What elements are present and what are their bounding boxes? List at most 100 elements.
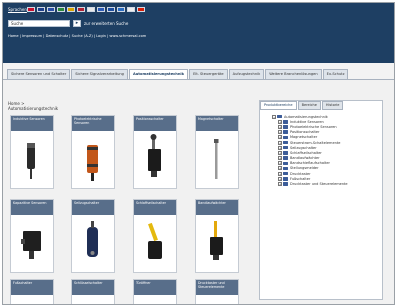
- sidebar-tab-0[interactable]: Produktbereiche: [260, 101, 297, 110]
- folder-icon: [283, 140, 288, 145]
- expand-icon[interactable]: +: [278, 119, 282, 124]
- expand-icon[interactable]: +: [278, 150, 282, 155]
- product-card-title[interactable]: Drucktaster und Steuerelemente: [196, 280, 238, 295]
- search-input[interactable]: [8, 20, 70, 27]
- expand-icon[interactable]: +: [278, 161, 282, 166]
- tab-3[interactable]: Elt. Steuergeräte: [189, 69, 228, 79]
- product-image[interactable]: [196, 215, 238, 272]
- tab-5[interactable]: Weitere Branchenlösungen: [265, 69, 322, 79]
- product-card[interactable]: Induktive Sensoren: [10, 115, 54, 189]
- folder-icon: [283, 130, 288, 134]
- extended-search-link[interactable]: zur erweiterten Suche: [84, 21, 128, 26]
- tab-1[interactable]: Sichere Signalverarbeitung: [71, 69, 128, 79]
- tree-item-label[interactable]: Bandlaufwächter: [290, 156, 320, 160]
- expand-icon[interactable]: +: [278, 166, 282, 171]
- product-card-title[interactable]: Photoelektrische Sensoren: [72, 116, 114, 131]
- product-card[interactable]: Positionsschalter: [133, 115, 177, 189]
- tree-item-label[interactable]: Drucktaster: [290, 172, 311, 176]
- product-image[interactable]: [134, 131, 176, 188]
- folder-icon: [283, 182, 288, 186]
- search-go-button[interactable]: ▸: [73, 20, 81, 27]
- product-image[interactable]: [134, 215, 176, 272]
- flag-it-icon[interactable]: [57, 7, 65, 12]
- product-card-title[interactable]: Seilzugschalter: [72, 200, 114, 215]
- product-image[interactable]: [72, 131, 114, 188]
- tree-item-label[interactable]: Positionsschalter: [290, 130, 320, 134]
- product-card-title[interactable]: Induktive Sensoren: [11, 116, 53, 131]
- folder-icon: [283, 161, 288, 166]
- product-card-title[interactable]: Schlaffseilschalter: [134, 200, 176, 215]
- product-card-title[interactable]: Positionsschalter: [134, 116, 176, 131]
- top-links[interactable]: Home | Impressum | Datenschutz | Suche (…: [8, 34, 146, 38]
- expand-icon[interactable]: +: [278, 182, 282, 187]
- product-card[interactable]: Seilzugschalter: [71, 199, 115, 273]
- expand-icon[interactable]: +: [278, 135, 282, 140]
- folder-icon: [283, 125, 288, 129]
- expand-icon[interactable]: +: [278, 176, 282, 181]
- flag-cz-icon[interactable]: [107, 7, 115, 12]
- product-card-title[interactable]: Türöffner: [134, 280, 176, 295]
- product-image[interactable]: [72, 215, 114, 272]
- expand-icon[interactable]: +: [278, 171, 282, 176]
- product-card[interactable]: Photoelektrische Sensoren: [71, 115, 115, 189]
- main-content: Home > Automatisierungstechnik Produktbe…: [3, 80, 394, 304]
- folder-icon: [283, 120, 288, 124]
- tree-item-label[interactable]: Stellungsmelder: [290, 166, 319, 170]
- product-card[interactable]: Schlüsselschalter: [71, 279, 115, 304]
- tab-6[interactable]: Ex-Schutz: [322, 69, 349, 79]
- expand-icon[interactable]: +: [278, 130, 282, 135]
- language-label[interactable]: Sprachen: [8, 7, 27, 12]
- main-tabs: Sichere Sensoren und Schalter Sichere Sig…: [7, 69, 349, 79]
- tree-item-label[interactable]: Seilzugschalter: [290, 146, 317, 150]
- flag-es-icon[interactable]: [67, 7, 75, 12]
- expand-icon[interactable]: +: [278, 145, 282, 150]
- tree-item[interactable]: + Drucktaster und Steuerelemente: [278, 181, 382, 187]
- tree-item-label[interactable]: Schlaffseilschalter: [290, 151, 322, 155]
- expand-icon[interactable]: +: [278, 156, 282, 161]
- product-card-title[interactable]: Schlüsselschalter: [72, 280, 114, 295]
- product-card-title[interactable]: Magnetschalter: [196, 116, 238, 131]
- product-card[interactable]: Fußschalter: [10, 279, 54, 304]
- category-sidebar: Produktbereiche Bereiche Historie − Automat…: [259, 100, 383, 300]
- sidebar-tab-1[interactable]: Bereiche: [297, 101, 321, 110]
- flag-ru-icon[interactable]: [97, 7, 105, 12]
- product-card[interactable]: Türöffner: [133, 279, 177, 304]
- tree-item-label[interactable]: Photoelektrische Sensoren: [290, 125, 337, 129]
- tree-item-label[interactable]: Drucktaster und Steuerelemente: [290, 182, 348, 186]
- tree-item-label[interactable]: Bandschieflaufschalter: [290, 161, 330, 165]
- tree-item-label[interactable]: Magnetschalter: [290, 135, 317, 139]
- folder-icon: [283, 171, 288, 176]
- tab-2[interactable]: Automatisierungstechnik: [128, 69, 189, 79]
- flag-gb-icon[interactable]: [37, 7, 45, 12]
- product-card[interactable]: Magnetschalter: [195, 115, 239, 189]
- tree-item-label[interactable]: Induktive Sensoren: [290, 120, 324, 124]
- product-image[interactable]: [11, 131, 53, 188]
- tab-4[interactable]: Aufzugstechnik: [228, 69, 265, 79]
- flag-nl-icon[interactable]: [77, 7, 85, 12]
- product-card-title[interactable]: Kapazitive Sensoren: [11, 200, 53, 215]
- expand-icon[interactable]: +: [278, 124, 282, 129]
- flag-pl-icon[interactable]: [87, 7, 95, 12]
- product-card[interactable]: Bandlaufwächter: [195, 199, 239, 273]
- expand-icon[interactable]: +: [278, 140, 282, 145]
- folder-icon: [283, 177, 288, 181]
- sidebar-tab-2[interactable]: Historie: [321, 101, 344, 110]
- tab-0[interactable]: Sichere Sensoren und Schalter: [7, 69, 71, 79]
- tree-item-label[interactable]: Fußschalter: [290, 177, 310, 181]
- browser-frame: Sprachen ▸ zur erweiterten Suche Home | …: [2, 2, 395, 305]
- product-card-title[interactable]: Bandlaufwächter: [196, 200, 238, 215]
- product-card[interactable]: Drucktaster und Steuerelemente: [195, 279, 239, 304]
- product-card[interactable]: Kapazitive Sensoren: [10, 199, 54, 273]
- product-card[interactable]: Schlaffseilschalter: [133, 199, 177, 273]
- tree-item-label[interactable]: Automatisierungstechnik: [284, 115, 328, 119]
- flag-de-icon[interactable]: [27, 7, 35, 12]
- product-card-title[interactable]: Fußschalter: [11, 280, 53, 295]
- flag-fr-icon[interactable]: [47, 7, 55, 12]
- flag-se-icon[interactable]: [117, 7, 125, 12]
- tree-item-label[interactable]: Steuerstrom-Schaltelemente: [290, 141, 340, 145]
- collapse-icon[interactable]: −: [272, 114, 276, 119]
- product-image[interactable]: [196, 131, 238, 188]
- flag-cn-icon[interactable]: [137, 7, 145, 12]
- product-image[interactable]: [11, 215, 53, 272]
- flag-jp-icon[interactable]: [127, 7, 135, 12]
